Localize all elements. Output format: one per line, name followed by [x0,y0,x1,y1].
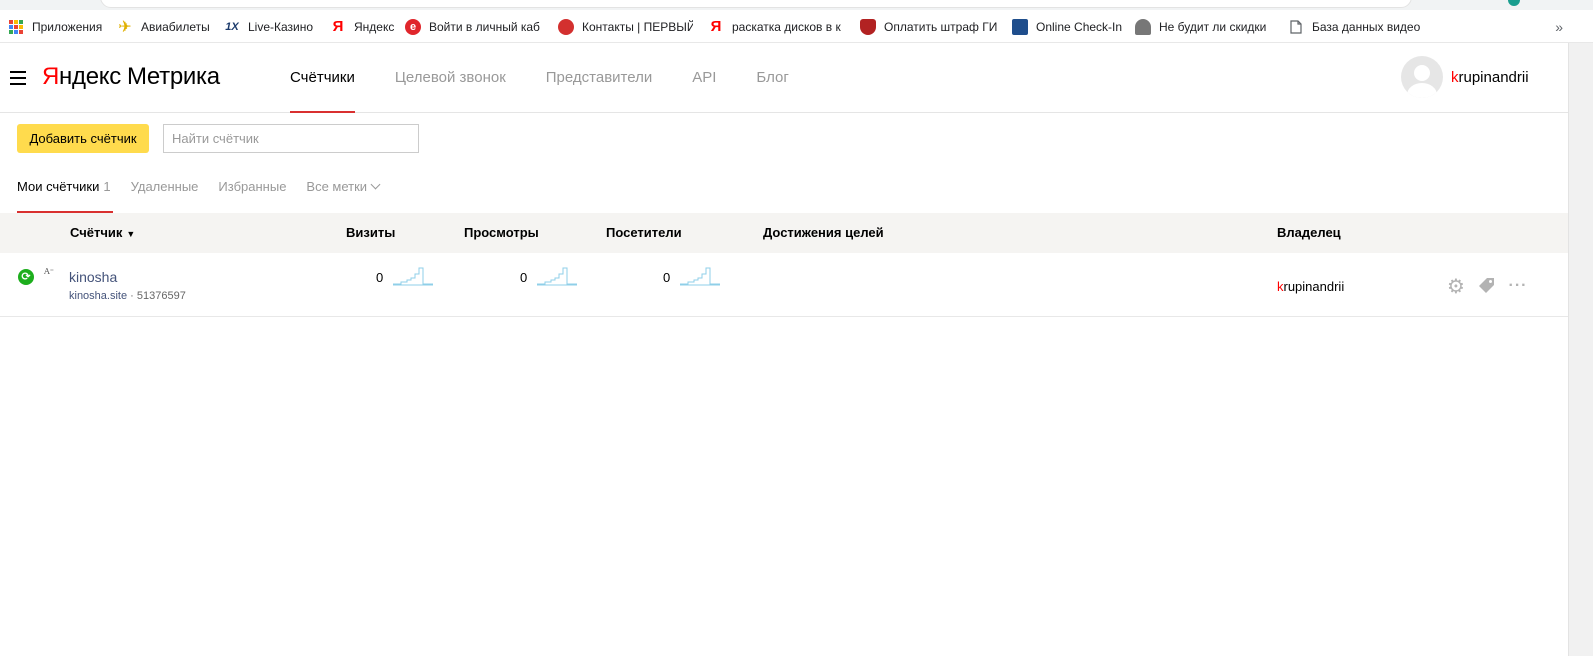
airplane-icon: ✈ [118,18,132,36]
table-header: Счётчик ▼ Визиты Просмотры Посетители Дос… [0,213,1568,253]
views-value: 0 [520,270,528,285]
views-sparkline [537,267,578,286]
column-counter[interactable]: Счётчик ▼ [70,213,135,254]
nav-blog[interactable]: Блог [756,43,788,113]
bookmark-yandex[interactable]: Я Яндекс [330,10,395,43]
column-label: Счётчик [70,225,123,240]
bookmark-label: Online Check-In [1036,19,1123,34]
table-row: ⟳ A⁼ kinosha kinosha.site · 51376597 0 0… [0,253,1568,317]
visitors-cell: 0 [663,264,721,286]
tab-favorites[interactable]: Избранные [218,166,286,212]
logo[interactable]: Яндекс Метрика [42,63,220,91]
tab-deleted[interactable]: Удаленные [131,166,199,212]
bookmark-label: Оплатить штраф ГИ [884,19,998,34]
visitors-sparkline [680,267,721,286]
chevron-down-icon [370,179,381,190]
avatar[interactable] [1401,56,1443,98]
counter-name-link[interactable]: kinosha [69,269,117,285]
add-counter-button[interactable]: Добавить счётчик [17,124,149,153]
column-owner[interactable]: Владелец [1277,213,1341,253]
nav-representatives[interactable]: Представители [546,43,652,113]
logo-ya-rest: ндекс [59,63,121,90]
username-first-letter: k [1451,68,1459,86]
bookmark-skidki[interactable]: Не будит ли скидки [1135,10,1275,43]
nav-api[interactable]: API [692,43,716,113]
profile-icon[interactable] [1508,0,1520,6]
bookmark-label: Live-Казино [248,19,314,34]
bookmark-label: Авиабилеты [141,19,210,34]
column-goals[interactable]: Достижения целей [763,213,884,253]
search-counter-input[interactable] [163,124,419,153]
nav-target-call[interactable]: Целевой звонок [395,43,506,113]
bookmark-shtraf[interactable]: Оплатить штраф ГИ [860,10,998,43]
bookmark-raskatka[interactable]: Я раскатка дисков в к [708,10,843,43]
visits-value: 0 [376,270,384,285]
e-icon: e [405,18,421,35]
main-nav: Счётчики Целевой звонок Представители AP… [290,43,829,113]
page-scrollbar[interactable] [1568,43,1593,656]
bookmark-aviabilety[interactable]: ✈ Авиабилеты [117,10,210,43]
owner-rest: rupinandrii [1283,279,1345,294]
bookmark-apps[interactable]: Приложения [8,10,102,43]
app-header: Яндекс Метрика Счётчики Целевой звонок Пр… [0,43,1593,113]
page-icon [1288,19,1304,35]
yandex-icon: Я [710,18,722,35]
nav-counters[interactable]: Счётчики [290,43,355,113]
logo-ya: Я [42,63,60,90]
counter-site[interactable]: kinosha.site [69,290,127,302]
menu-icon[interactable] [10,71,26,85]
logo-metrika: Метрика [126,63,220,90]
views-cell: 0 [520,264,578,286]
tag-icon[interactable] [1477,276,1497,296]
figure-icon [1135,18,1151,35]
bookmark-lichny-kabinet[interactable]: e Войти в личный каб [405,10,545,43]
shield-icon [860,18,876,35]
counter-tabs: Мои счётчики 1 Удаленные Избранные Все ме… [17,166,399,214]
settings-flag-icon: A⁼ [44,267,54,276]
bookmark-live-casino[interactable]: 1X Live-Казино [224,10,313,43]
separator: · [127,290,137,302]
ship-icon [1012,18,1028,35]
column-visits[interactable]: Визиты [346,213,395,253]
apps-grid-icon [8,19,24,35]
bookmark-label: Приложения [32,19,103,34]
sort-arrow-icon: ▼ [126,229,136,239]
yandex-icon: Я [332,18,344,35]
counter-meta: kinosha.site · 51376597 [69,290,186,302]
bookmark-baza-video[interactable]: База данных видео [1288,10,1420,43]
tab-label: Все метки [306,179,368,194]
bookmarks-bar: Приложения ✈ Авиабилеты 1X Live-Казино Я… [0,10,1593,43]
username[interactable]: krupinandrii [1451,69,1529,86]
column-visitors[interactable]: Посетители [606,213,682,253]
address-bar[interactable] [100,0,1412,8]
gear-icon[interactable]: ⚙ [1446,276,1466,298]
user-menu[interactable]: krupinandrii [1401,56,1529,98]
owner-name: krupinandrii [1277,279,1344,294]
bookmark-online-checkin[interactable]: Online Check-In [1012,10,1122,43]
bookmark-kontakty[interactable]: Контакты | ПЕРВЫЙ [558,10,693,43]
bookmarks-overflow-icon[interactable]: » [1555,10,1563,43]
bookmark-label: Яндекс [354,19,395,34]
bookmark-label: Войти в личный каб [429,19,540,34]
column-views[interactable]: Просмотры [464,213,539,253]
1x-icon: 1X [225,20,239,33]
tab-label: Мои счётчики [17,179,100,194]
crest-icon [558,18,574,35]
bookmark-label: раскатка дисков в к [732,19,841,34]
tab-all-tags[interactable]: Все метки [306,166,381,212]
more-icon[interactable]: ··· [1508,276,1528,296]
bookmark-label: База данных видео [1312,19,1421,34]
bookmark-label: Не будит ли скидки [1159,19,1267,34]
visitors-value: 0 [663,270,671,285]
bookmark-label: Контакты | ПЕРВЫЙ [582,19,693,34]
browser-toolbar [0,0,1593,10]
tab-count: 1 [103,179,111,194]
counter-id: 51376597 [136,290,186,302]
username-rest: rupinandrii [1458,68,1529,86]
visits-sparkline [393,267,434,286]
tab-my-counters[interactable]: Мои счётчики 1 [17,166,113,213]
visits-cell: 0 [376,264,434,286]
sync-icon: ⟳ [18,269,34,285]
